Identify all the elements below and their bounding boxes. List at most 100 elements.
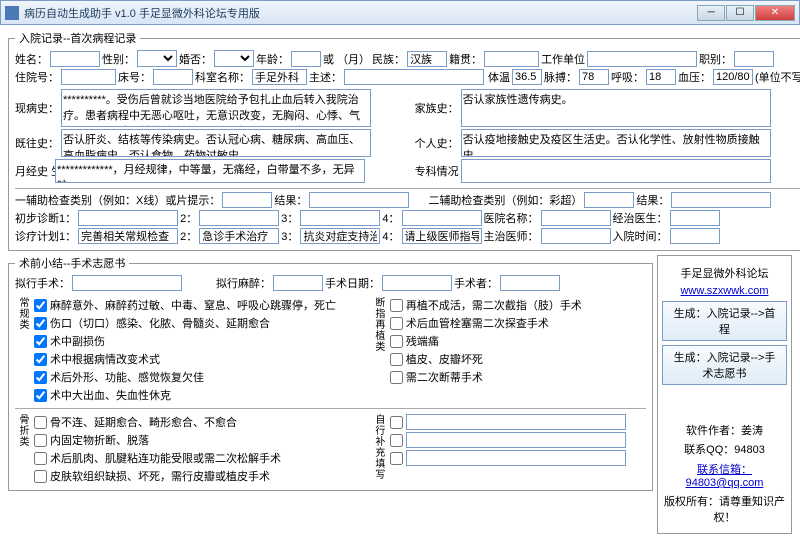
routine-check-3[interactable] xyxy=(34,353,47,366)
maximize-button[interactable]: ☐ xyxy=(726,5,754,21)
forum-link[interactable]: www.szxwwk.com xyxy=(661,285,788,297)
past-textarea[interactable] xyxy=(61,129,371,157)
result1-input[interactable] xyxy=(309,192,409,208)
diag4-input[interactable] xyxy=(402,210,482,226)
admission-legend: 入院记录--首次病程记录 xyxy=(15,30,140,46)
inno-input[interactable] xyxy=(61,69,116,85)
routine-check-4[interactable] xyxy=(34,371,47,384)
fracture-check-2[interactable] xyxy=(34,452,47,465)
d3-label: 3： xyxy=(281,210,298,226)
personal-textarea[interactable] xyxy=(461,129,771,157)
sex-label: 性别： xyxy=(102,51,135,67)
bed-input[interactable] xyxy=(153,69,193,85)
aux2-input[interactable] xyxy=(584,192,634,208)
plan-anes-input[interactable] xyxy=(273,275,323,291)
result2-input[interactable] xyxy=(671,192,771,208)
now-textarea[interactable] xyxy=(61,89,371,127)
fracture-label-3: 皮肤软组织缺损、坏死，需行皮瓣或植皮手术 xyxy=(50,468,270,484)
dept-input[interactable] xyxy=(252,69,307,85)
now-label: 现病史： xyxy=(15,100,59,116)
intime-input[interactable] xyxy=(670,228,720,244)
plan1-input[interactable] xyxy=(78,228,178,244)
result1-label: 结果： xyxy=(274,192,307,208)
replant-check-3[interactable] xyxy=(390,353,403,366)
chief-input[interactable] xyxy=(344,69,484,85)
p2-label: 2： xyxy=(180,228,197,244)
custom-text-1[interactable] xyxy=(406,414,626,430)
fracture-label-1: 内固定物折断、脱落 xyxy=(50,432,149,448)
routine-check-5[interactable] xyxy=(34,389,47,402)
diag1-input[interactable] xyxy=(78,210,178,226)
work-input[interactable] xyxy=(587,51,697,67)
side-panel: 手足显微外科论坛 www.szxwwk.com 生成：入院记录-->首程 生成：… xyxy=(657,255,792,534)
custom-check-3[interactable] xyxy=(390,452,403,465)
attend-input[interactable] xyxy=(541,228,611,244)
special-label: 专科情况 xyxy=(415,163,459,179)
replant-check-4[interactable] xyxy=(390,371,403,384)
doctor-input[interactable] xyxy=(670,210,720,226)
custom-check-1[interactable] xyxy=(390,416,403,429)
replant-check-1[interactable] xyxy=(390,317,403,330)
special-textarea[interactable] xyxy=(461,159,771,183)
diag3-input[interactable] xyxy=(300,210,380,226)
replant-label-3: 植皮、皮瓣坏死 xyxy=(406,351,483,367)
routine-check-1[interactable] xyxy=(34,317,47,330)
routine-label-0: 麻醉意外、麻醉药过敏、中毒、窒息、呼吸心跳骤停，死亡 xyxy=(50,297,336,313)
diag1-label: 初步诊断1： xyxy=(15,210,76,226)
diag2-input[interactable] xyxy=(199,210,279,226)
hosp-input[interactable] xyxy=(541,210,611,226)
window-title: 病历自动生成助手 v1.0 手足显微外科论坛专用版 xyxy=(24,5,697,21)
menses-textarea[interactable] xyxy=(55,159,365,183)
custom-text-2[interactable] xyxy=(406,432,626,448)
hosp-label: 医院名称： xyxy=(484,210,539,226)
pulse-input[interactable] xyxy=(579,69,609,85)
custom-text-3[interactable] xyxy=(406,450,626,466)
routine-label-2: 术中副损伤 xyxy=(50,333,105,349)
marry-select[interactable] xyxy=(214,50,254,67)
mail-link[interactable]: 联系信箱：94803@qq.com xyxy=(661,461,788,489)
breath-input[interactable] xyxy=(646,69,676,85)
preop-legend: 术前小结--手术志愿书 xyxy=(15,255,129,271)
temp-input[interactable] xyxy=(512,69,542,85)
replant-check-0[interactable] xyxy=(390,299,403,312)
fracture-check-0[interactable] xyxy=(34,416,47,429)
bp-input[interactable] xyxy=(713,69,753,85)
native-input[interactable] xyxy=(484,51,539,67)
nation-input[interactable] xyxy=(407,51,447,67)
op-date-input[interactable] xyxy=(382,275,452,291)
fracture-check-1[interactable] xyxy=(34,434,47,447)
plan-label: 诊疗计划1： xyxy=(15,228,76,244)
p4-label: 4： xyxy=(382,228,399,244)
plan2-input[interactable] xyxy=(199,228,279,244)
replant-check-2[interactable] xyxy=(390,335,403,348)
plan4-input[interactable] xyxy=(402,228,482,244)
aux1-input[interactable] xyxy=(222,192,272,208)
name-label: 姓名： xyxy=(15,51,48,67)
fracture-check-3[interactable] xyxy=(34,470,47,483)
custom-check-2[interactable] xyxy=(390,434,403,447)
nation-label: 民族： xyxy=(372,51,405,67)
qq-text: 联系QQ：94803 xyxy=(661,441,788,457)
name-input[interactable] xyxy=(50,51,100,67)
age-input[interactable] xyxy=(291,51,321,67)
plan3-input[interactable] xyxy=(300,228,380,244)
bp-label: 血压： xyxy=(678,69,711,85)
generate-admission-button[interactable]: 生成：入院记录-->首程 xyxy=(662,301,787,341)
close-button[interactable]: ✕ xyxy=(755,5,795,21)
family-textarea[interactable] xyxy=(461,89,771,127)
d4-label: 4： xyxy=(382,210,399,226)
aux2-label: 二辅助检查类别（例如：彩超） xyxy=(428,192,582,208)
surgeon-input[interactable] xyxy=(500,275,560,291)
job-label: 职别： xyxy=(699,51,732,67)
personal-label: 个人史： xyxy=(415,135,459,151)
routine-check-2[interactable] xyxy=(34,335,47,348)
work-label: 工作单位 xyxy=(541,51,585,67)
age-unit-label: 或 （月） xyxy=(323,51,370,67)
routine-check-0[interactable] xyxy=(34,299,47,312)
attend-label: 主治医师： xyxy=(484,228,539,244)
plan-op-input[interactable] xyxy=(72,275,182,291)
job-input[interactable] xyxy=(734,51,774,67)
generate-consent-button[interactable]: 生成：入院记录-->手术志愿书 xyxy=(662,345,787,385)
minimize-button[interactable]: ─ xyxy=(697,5,725,21)
sex-select[interactable] xyxy=(137,50,177,67)
